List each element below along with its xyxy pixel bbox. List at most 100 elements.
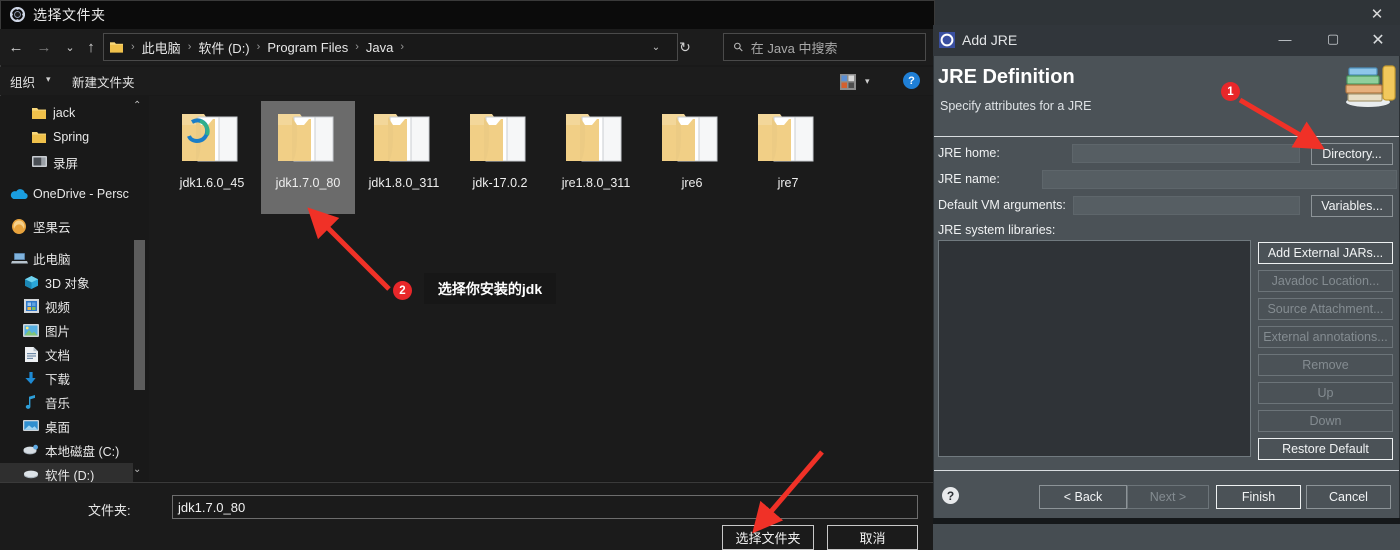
- sidebar-item-music[interactable]: 音乐: [0, 391, 133, 413]
- breadcrumb-item-2[interactable]: Program Files: [265, 40, 350, 55]
- back-button[interactable]: < Back: [1039, 485, 1127, 509]
- local-disk-icon: [22, 442, 40, 458]
- add-external-jars-button[interactable]: Add External JARs...: [1258, 242, 1393, 264]
- breadcrumb-item-1[interactable]: 软件 (D:): [196, 38, 251, 57]
- cancel-button[interactable]: 取消: [827, 525, 918, 550]
- sidebar-item-label: 图片: [45, 324, 71, 339]
- breadcrumb-item-3[interactable]: Java: [364, 40, 395, 55]
- finish-button[interactable]: Finish: [1216, 485, 1301, 509]
- sidebar-item-label: 下载: [45, 372, 71, 387]
- sidebar-item-this-pc[interactable]: 此电脑: [0, 247, 133, 269]
- onedrive-cloud-icon: [10, 186, 28, 202]
- sidebar-item-jack[interactable]: jack: [0, 102, 133, 124]
- file-item[interactable]: jre7: [741, 101, 835, 214]
- sidebar-item-onedrive[interactable]: OneDrive - Persc: [0, 183, 133, 205]
- sidebar-item-nutstore[interactable]: 坚果云: [0, 215, 133, 237]
- add-jre-title: Add JRE: [962, 32, 1018, 48]
- help-icon[interactable]: ?: [942, 487, 959, 504]
- sidebar-item-luping[interactable]: 录屏: [0, 151, 133, 173]
- folder-icon: [110, 42, 123, 53]
- change-view-icon[interactable]: [840, 74, 856, 90]
- pictures-icon: [22, 322, 40, 338]
- sidebar-item-local-disk-c[interactable]: 本地磁盘 (C:): [0, 439, 133, 461]
- file-item[interactable]: jdk1.6.0_45: [165, 101, 259, 214]
- sidebar-item-label: 视频: [45, 300, 71, 315]
- javadoc-location-button: Javadoc Location...: [1258, 270, 1393, 292]
- file-item-selected[interactable]: jdk1.7.0_80: [261, 101, 355, 214]
- sidebar-scrollbar-thumb[interactable]: [134, 240, 145, 390]
- step-badge-2: 2: [393, 281, 412, 300]
- this-pc-icon: [10, 250, 28, 266]
- file-label: jdk1.8.0_311: [368, 176, 440, 190]
- folder-field-label: 文件夹:: [88, 503, 131, 518]
- down-button: Down: [1258, 410, 1393, 432]
- restore-default-button[interactable]: Restore Default: [1258, 438, 1393, 460]
- sidebar-item-desktop[interactable]: 桌面: [0, 415, 133, 437]
- chevron-down-icon[interactable]: ▾: [865, 76, 870, 87]
- chevron-down-icon[interactable]: ▾: [46, 74, 51, 85]
- sidebar-item-3d-objects[interactable]: 3D 对象: [0, 271, 133, 293]
- default-vm-args-label: Default VM arguments:: [938, 198, 1066, 212]
- close-button[interactable]: ✕: [1363, 30, 1393, 50]
- source-attachment-button: Source Attachment...: [1258, 298, 1393, 320]
- new-folder-button[interactable]: 新建文件夹: [72, 72, 135, 91]
- organize-button[interactable]: 组织: [10, 72, 35, 91]
- directory-button[interactable]: Directory...: [1311, 143, 1393, 165]
- file-item[interactable]: jre1.8.0_311: [549, 101, 643, 214]
- breadcrumb-item-0[interactable]: 此电脑: [140, 38, 183, 57]
- jre-system-libraries-list[interactable]: [938, 240, 1251, 457]
- folder-icon: [566, 114, 622, 162]
- scroll-up-icon[interactable]: ⌃: [133, 100, 141, 111]
- jre-name-input[interactable]: [1042, 170, 1397, 189]
- explorer-title: 选择文件夹: [33, 7, 106, 23]
- sidebar-item-label: 音乐: [45, 396, 71, 411]
- screen-recording-icon: [30, 154, 48, 170]
- documents-icon: [22, 346, 40, 362]
- file-item[interactable]: jdk-17.0.2: [453, 101, 547, 214]
- search-input[interactable]: ⚲ 在 Java 中搜索: [723, 33, 926, 61]
- sidebar-item-label: 文档: [45, 348, 71, 363]
- sidebar-item-label: 坚果云: [33, 220, 71, 235]
- sidebar-item-videos[interactable]: 视频: [0, 295, 133, 317]
- help-button[interactable]: ?: [903, 72, 920, 89]
- page-title: JRE Definition: [938, 66, 1075, 88]
- file-item[interactable]: jre6: [645, 101, 739, 214]
- sidebar-item-label: Spring: [53, 130, 90, 144]
- folder-icon: [278, 114, 334, 162]
- jre-name-label: JRE name:: [938, 172, 1000, 186]
- sidebar-item-spring[interactable]: Spring: [0, 126, 133, 148]
- sidebar-item-downloads[interactable]: 下载: [0, 367, 133, 389]
- explorer-close-button[interactable]: ✕: [1354, 0, 1400, 28]
- refresh-icon[interactable]: ↻: [672, 33, 698, 61]
- search-icon: ⚲: [730, 38, 747, 56]
- sidebar-item-label: jack: [53, 106, 76, 120]
- file-label: jre1.8.0_311: [561, 176, 631, 190]
- breadcrumb-separator: ›: [256, 41, 261, 53]
- scroll-down-icon[interactable]: ⌄: [133, 464, 141, 475]
- folder-icon: [30, 129, 48, 145]
- folder-settings-icon: [10, 7, 25, 22]
- file-label: jre6: [681, 176, 703, 190]
- jre-system-libraries-label: JRE system libraries:: [938, 223, 1056, 237]
- sidebar-item-pictures[interactable]: 图片: [0, 319, 133, 341]
- 3d-objects-icon: [22, 274, 40, 290]
- jre-home-input[interactable]: [1072, 144, 1300, 163]
- forward-button[interactable]: →: [31, 29, 57, 65]
- eclipse-gear-icon: [939, 32, 955, 48]
- file-item[interactable]: jdk1.8.0_311: [357, 101, 451, 214]
- sidebar-item-label: 桌面: [45, 420, 71, 435]
- up-button[interactable]: ↑: [78, 29, 104, 65]
- folder-name-input[interactable]: jdk1.7.0_80: [172, 495, 918, 519]
- choose-folder-button[interactable]: 选择文件夹: [722, 525, 814, 550]
- cancel-button[interactable]: Cancel: [1306, 485, 1391, 509]
- default-vm-args-input[interactable]: [1073, 196, 1300, 215]
- back-button[interactable]: ←: [3, 29, 29, 65]
- sidebar-item-documents[interactable]: 文档: [0, 343, 133, 365]
- maximize-button[interactable]: ▢: [1318, 31, 1348, 47]
- minimize-button[interactable]: —: [1270, 32, 1300, 47]
- address-bar[interactable]: › 此电脑 › 软件 (D:) › Program Files › Java ›: [103, 33, 678, 61]
- books-stack-icon: [1345, 65, 1396, 107]
- up-button: Up: [1258, 382, 1393, 404]
- variables-button[interactable]: Variables...: [1311, 195, 1393, 217]
- chevron-down-icon[interactable]: ⌄: [645, 33, 667, 61]
